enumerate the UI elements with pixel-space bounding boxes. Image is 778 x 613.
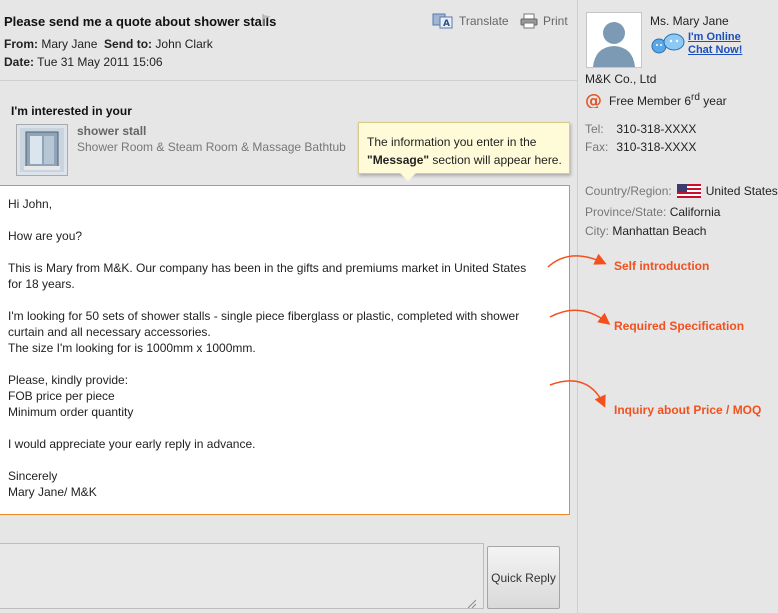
arrow-self-intro — [547, 253, 607, 268]
message-provide-line2: FOB price per piece — [8, 389, 115, 403]
annotation-required-spec: Required Specification — [614, 319, 745, 333]
chat-bubble-icon — [651, 33, 685, 54]
annotation-self-intro: Self introduction — [614, 259, 710, 273]
message-spec-line1: I'm looking for 50 sets of shower stalls… — [8, 309, 520, 323]
translate-icon: A — [432, 13, 453, 29]
member-text: Free Member 6rd year — [609, 92, 727, 108]
message-how: How are you? — [8, 229, 83, 243]
tooltip-arrow — [400, 173, 416, 181]
member-text-sup: rd — [691, 91, 700, 103]
country-label: Country/Region: — [585, 184, 672, 198]
fax-row: Fax: 310-318-XXXX — [585, 140, 696, 154]
membership: @ Free Member 6rd year — [585, 91, 727, 108]
sendto-label: Send to: — [104, 37, 153, 51]
quick-reply-button[interactable]: Quick Reply — [487, 546, 560, 609]
avatar[interactable] — [586, 12, 642, 68]
product-thumbnail[interactable] — [16, 124, 68, 176]
date-line: Date: Tue 31 May 2011 15:06 — [4, 55, 163, 69]
message-appreciate: I would appreciate your early reply in a… — [8, 437, 256, 451]
interest-label: I'm interested in your — [11, 104, 132, 118]
arrow-spec — [549, 309, 611, 325]
city-value: Manhattan Beach — [612, 224, 707, 238]
message-intro-line1: This is Mary from M&K. Our company has b… — [8, 261, 527, 275]
message-tooltip: The information you enter in the "Messag… — [358, 122, 570, 174]
from-line: From: Mary Jane Send to: John Clark — [4, 37, 213, 51]
message-provide-line3: Minimum order quantity — [8, 405, 134, 419]
member-badge-icon: @ — [585, 91, 602, 108]
product-description: Shower Room & Steam Room & Massage Batht… — [77, 140, 346, 154]
svg-text:@: @ — [585, 91, 602, 108]
country-value: United States — [705, 184, 778, 198]
message-spec-line2: curtain and all necessary accessories. — [8, 325, 211, 339]
city-label: City: — [585, 224, 609, 238]
message-signature: Sincerely Mary Jane/ M&K — [8, 468, 561, 500]
date-label: Date: — [4, 55, 35, 69]
message-provide-line1: Please, kindly provide: — [8, 373, 129, 387]
chat-now-link[interactable]: I'm Online Chat Now! — [651, 31, 742, 57]
tooltip-text-bold: "Message" — [367, 153, 430, 167]
member-text-post: year — [699, 93, 727, 108]
print-button[interactable]: Print — [520, 13, 568, 29]
mail-subject: Please send me a quote about shower stal… — [4, 14, 277, 29]
province-row: Province/State: California — [585, 205, 720, 219]
tooltip-text-post: section will appear here. — [429, 153, 562, 167]
annotation-inquiry: Inquiry about Price / MOQ — [614, 403, 762, 417]
flag-icon[interactable] — [262, 14, 272, 26]
printer-icon — [520, 13, 538, 29]
country-row: Country/Region: United States — [585, 184, 778, 198]
province-label: Province/State: — [585, 205, 667, 219]
svg-text:A: A — [443, 19, 450, 29]
mail-pane: Please send me a quote about shower stal… — [0, 0, 578, 613]
chat-now-label[interactable]: Chat Now! — [688, 44, 742, 57]
message-greeting: Hi John, — [8, 197, 53, 211]
fax-value: 310-318-XXXX — [616, 140, 697, 154]
company-name: M&K Co., Ltd — [585, 72, 657, 86]
translate-label: Translate — [459, 14, 509, 28]
tel-row: Tel: 310-318-XXXX — [585, 122, 696, 136]
message-body: Hi John, How are you? This is Mary from … — [0, 185, 570, 515]
province-value: California — [669, 205, 721, 219]
city-row: City: Manhattan Beach — [585, 224, 706, 238]
from-value: Mary Jane — [41, 37, 98, 51]
arrow-inquiry — [549, 380, 606, 408]
fax-label: Fax: — [585, 140, 609, 154]
sendto-value: John Clark — [155, 37, 213, 51]
online-status[interactable]: I'm Online — [688, 31, 742, 44]
date-value: Tue 31 May 2011 15:06 — [37, 55, 163, 69]
tel-value: 310-318-XXXX — [616, 122, 697, 136]
message-spec-line3: The size I'm looking for is 1000mm x 100… — [8, 341, 256, 355]
message-sign-line1: Sincerely — [8, 469, 58, 483]
message-sign-line2: Mary Jane/ M&K — [8, 485, 97, 499]
contact-name: Ms. Mary Jane — [650, 14, 729, 28]
shower-stall-image — [20, 128, 64, 172]
quick-reply-textarea[interactable] — [0, 543, 484, 609]
us-flag-icon — [676, 184, 701, 198]
resize-grip-icon[interactable] — [466, 598, 476, 608]
from-label: From: — [4, 37, 38, 51]
print-label: Print — [543, 14, 568, 28]
product-name[interactable]: shower stall — [77, 124, 146, 138]
message-intro: This is Mary from M&K. Our company has b… — [8, 260, 561, 292]
annotation-arrows — [547, 253, 611, 408]
message-spec: I'm looking for 50 sets of shower stalls… — [8, 308, 561, 356]
tel-label: Tel: — [585, 122, 604, 136]
message-provide: Please, kindly provide: FOB price per pi… — [8, 372, 561, 420]
tooltip-text-pre: The information you enter in the — [367, 135, 537, 149]
header-divider — [0, 80, 578, 81]
message-intro-line2: for 18 years. — [8, 277, 75, 291]
user-silhouette-icon — [587, 13, 641, 67]
translate-button[interactable]: A Translate — [432, 13, 509, 29]
member-text-pre: Free Member 6 — [609, 93, 692, 108]
